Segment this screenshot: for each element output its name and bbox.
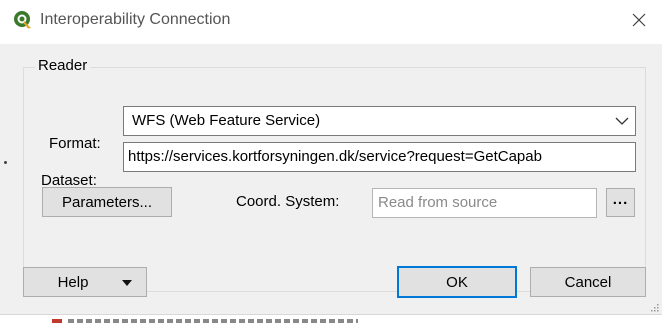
background-dot [4, 161, 7, 164]
format-value: WFS (Web Feature Service) [132, 112, 321, 129]
interoperability-dialog: Interoperability Connection Reader Forma… [0, 0, 662, 323]
qgis-icon [14, 11, 31, 29]
chevron-down-icon [615, 117, 629, 125]
ok-button[interactable]: OK [397, 266, 517, 298]
reader-group-title: Reader [35, 56, 91, 76]
coord-system-input[interactable]: Read from source [372, 188, 597, 218]
help-button[interactable]: Help [23, 267, 147, 297]
close-icon [632, 13, 646, 27]
parameters-button[interactable]: Parameters... [42, 187, 172, 217]
format-dropdown[interactable]: WFS (Web Feature Service) [123, 106, 636, 136]
coord-system-label: Coord. System: [236, 193, 340, 210]
title-bar: Interoperability Connection [0, 0, 662, 44]
coord-browse-button[interactable]: ... [606, 188, 635, 217]
resize-grip-icon[interactable] [651, 304, 659, 312]
ok-button-label: OK [446, 273, 468, 291]
caret-down-icon [122, 280, 132, 286]
reader-groupbox: Reader Format: WFS (Web Feature Service)… [23, 56, 646, 292]
background-layer-icon [52, 319, 62, 323]
cancel-button[interactable]: Cancel [530, 267, 646, 297]
parameters-button-label: Parameters... [61, 193, 153, 211]
close-button[interactable] [616, 0, 662, 40]
dataset-input[interactable]: https://services.kortforsyningen.dk/serv… [123, 142, 636, 172]
help-button-label: Help [57, 273, 89, 291]
format-label: Format: [49, 135, 101, 152]
dataset-value: https://services.kortforsyningen.dk/serv… [128, 148, 542, 165]
cancel-button-label: Cancel [564, 273, 612, 291]
dialog-content: Reader Format: WFS (Web Feature Service)… [0, 44, 662, 322]
window-title: Interoperability Connection [40, 11, 231, 28]
reader-group-border [23, 67, 646, 292]
coord-browse-button-label: ... [612, 191, 629, 208]
coord-system-placeholder: Read from source [378, 194, 498, 211]
background-text-fragment [68, 319, 358, 323]
